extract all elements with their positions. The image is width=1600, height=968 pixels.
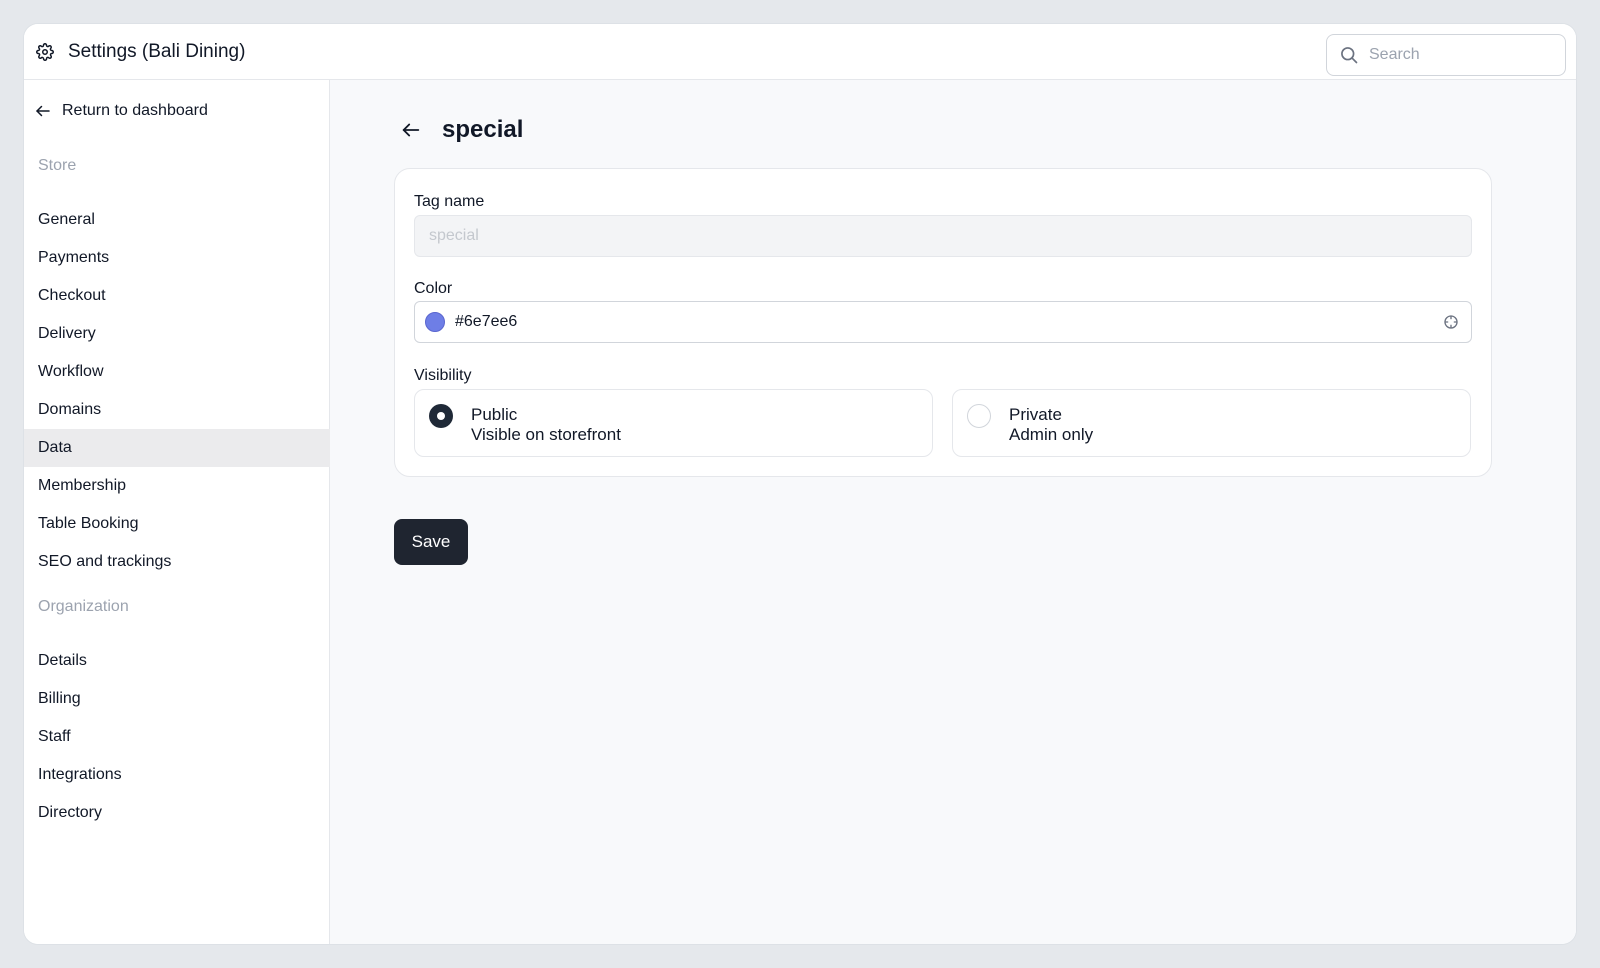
sidebar: Return to dashboard Store General Paymen… bbox=[24, 80, 330, 944]
main-content: special Tag name Color #6e7ee6 bbox=[330, 80, 1576, 944]
back-arrow-icon[interactable] bbox=[400, 119, 422, 141]
tag-form-card: Tag name Color #6e7ee6 Visibility bbox=[394, 168, 1492, 477]
sidebar-item-billing[interactable]: Billing bbox=[24, 680, 330, 718]
sidebar-item-directory[interactable]: Directory bbox=[24, 794, 330, 832]
option-title: Private bbox=[1009, 405, 1062, 424]
sidebar-item-seo-and-trackings[interactable]: SEO and trackings bbox=[24, 543, 330, 581]
top-bar: Settings (Bali Dining) bbox=[24, 24, 1576, 80]
search-input[interactable] bbox=[1369, 46, 1549, 64]
visibility-option-public[interactable]: Public Visible on storefront bbox=[414, 389, 933, 457]
sidebar-item-data[interactable]: Data bbox=[24, 429, 330, 467]
page-title: special bbox=[442, 116, 524, 143]
sidebar-item-staff[interactable]: Staff bbox=[24, 718, 330, 756]
return-to-dashboard-link[interactable]: Return to dashboard bbox=[34, 102, 208, 120]
color-input[interactable]: #6e7ee6 bbox=[414, 301, 1472, 343]
window-title: Settings (Bali Dining) bbox=[68, 40, 246, 62]
sidebar-item-integrations[interactable]: Integrations bbox=[24, 756, 330, 794]
tag-name-label: Tag name bbox=[414, 193, 485, 210]
page-header: special bbox=[400, 116, 523, 144]
tag-name-input bbox=[414, 215, 1472, 257]
radio-public[interactable] bbox=[429, 404, 453, 428]
sidebar-item-details[interactable]: Details bbox=[24, 642, 330, 680]
option-title: Public bbox=[471, 405, 518, 424]
color-value: #6e7ee6 bbox=[455, 313, 518, 330]
sidebar-item-workflow[interactable]: Workflow bbox=[24, 353, 330, 391]
sidebar-item-payments[interactable]: Payments bbox=[24, 239, 330, 277]
sidebar-item-table-booking[interactable]: Table Booking bbox=[24, 505, 330, 543]
radio-private[interactable] bbox=[967, 404, 991, 428]
sidebar-item-membership[interactable]: Membership bbox=[24, 467, 330, 505]
sidebar-item-general[interactable]: General bbox=[24, 201, 330, 239]
visibility-option-private[interactable]: Private Admin only bbox=[952, 389, 1471, 457]
sidebar-item-checkout[interactable]: Checkout bbox=[24, 277, 330, 315]
gear-icon bbox=[36, 42, 54, 61]
visibility-label: Visibility bbox=[414, 367, 472, 384]
settings-window: Settings (Bali Dining) Return to dashboa… bbox=[24, 24, 1576, 944]
sidebar-item-delivery[interactable]: Delivery bbox=[24, 315, 330, 353]
color-swatch[interactable] bbox=[425, 312, 445, 332]
section-label-store: Store bbox=[38, 157, 77, 174]
option-description: Visible on storefront bbox=[471, 425, 621, 444]
section-label-organization: Organization bbox=[38, 598, 129, 615]
search-icon bbox=[1339, 45, 1359, 65]
sidebar-item-domains[interactable]: Domains bbox=[24, 391, 330, 429]
return-label: Return to dashboard bbox=[62, 102, 208, 119]
option-description: Admin only bbox=[1009, 425, 1094, 444]
crosshair-icon[interactable] bbox=[1443, 314, 1459, 330]
arrow-left-icon bbox=[34, 102, 52, 120]
search-box[interactable] bbox=[1326, 34, 1566, 76]
color-label: Color bbox=[414, 280, 453, 297]
save-button[interactable]: Save bbox=[394, 519, 468, 565]
